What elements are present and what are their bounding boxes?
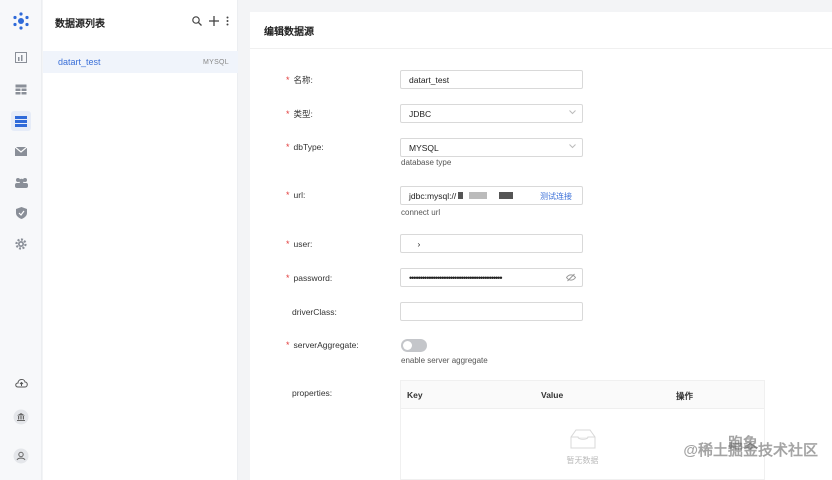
mail-icon[interactable] [11, 141, 31, 161]
driverclass-label: driverClass: [292, 307, 337, 317]
chevron-down-icon [569, 110, 576, 115]
table-header: Key Value 操作 [401, 381, 764, 409]
edit-datasource-panel: 编辑数据源 * 名称: datart_test * 类型: JDBC * dbType… [250, 12, 832, 480]
url-input[interactable]: jdbc:mysql:// 测试连接 [400, 186, 583, 205]
dbtype-select[interactable]: MYSQL [400, 138, 583, 157]
type-label: * 类型: [286, 109, 313, 119]
password-input[interactable]: ••••••••••••••••••••••••••••••••••••••••… [400, 268, 583, 287]
test-connection-button[interactable]: 测试连接 [540, 191, 572, 202]
url-hint: connect url [401, 208, 441, 217]
redacted-text [458, 192, 464, 199]
list-icon[interactable] [11, 111, 31, 131]
name-label: * 名称: [286, 75, 313, 85]
watermark: @稀土掘金技术社区 [683, 442, 818, 459]
toggle-knob [403, 341, 412, 350]
empty-box-icon [570, 429, 595, 449]
properties-table: Key Value 操作 暂无数据 [400, 380, 765, 480]
shield-icon[interactable] [11, 203, 31, 223]
redacted-text [499, 192, 514, 199]
list-item-name: datart_test [58, 57, 101, 67]
datasource-list-panel: 数据源列表 datart_test MYSQL [43, 0, 238, 480]
list-title: 数据源列表 [55, 18, 105, 30]
add-icon[interactable] [209, 16, 219, 28]
more-icon[interactable] [226, 16, 229, 28]
team-icon[interactable] [11, 172, 31, 192]
page-title: 编辑数据源 [264, 27, 314, 38]
type-select[interactable]: JDBC [400, 104, 583, 123]
list-item-type: MYSQL [202, 58, 229, 66]
logo-icon[interactable] [11, 11, 31, 31]
dbtype-hint: database type [401, 158, 452, 167]
column-header: Value [541, 390, 564, 400]
divider [250, 48, 832, 49]
url-label: * url: [286, 190, 306, 200]
dashboard-icon[interactable] [11, 47, 31, 67]
chevron-down-icon [569, 144, 576, 149]
eye-invisible-icon[interactable] [566, 273, 576, 282]
table-icon[interactable] [11, 79, 31, 99]
column-header: 操作 [676, 391, 694, 401]
user-icon[interactable] [11, 446, 31, 466]
serveraggregate-hint: enable server aggregate [401, 356, 488, 365]
driverclass-input[interactable] [400, 302, 583, 321]
name-input[interactable]: datart_test [400, 70, 583, 89]
column-header: Key [407, 390, 423, 400]
list-header: 数据源列表 [43, 0, 237, 44]
password-label: * password: [286, 273, 333, 283]
cloud-upload-icon[interactable] [11, 373, 31, 393]
dbtype-label: * dbType: [286, 142, 324, 152]
redacted-text [469, 192, 488, 199]
list-item[interactable]: datart_test MYSQL [43, 51, 238, 73]
serveraggregate-toggle[interactable] [401, 339, 427, 352]
user-label: * user: [286, 239, 313, 249]
icon-rail [0, 0, 42, 480]
user-input[interactable]: › [400, 234, 583, 253]
list-tools [192, 16, 229, 28]
bank-icon[interactable] [11, 407, 31, 427]
gear-icon[interactable] [11, 234, 31, 254]
properties-label: properties: [292, 388, 333, 398]
serveraggregate-label: * serverAggregate: [286, 340, 359, 350]
search-icon[interactable] [192, 16, 202, 28]
